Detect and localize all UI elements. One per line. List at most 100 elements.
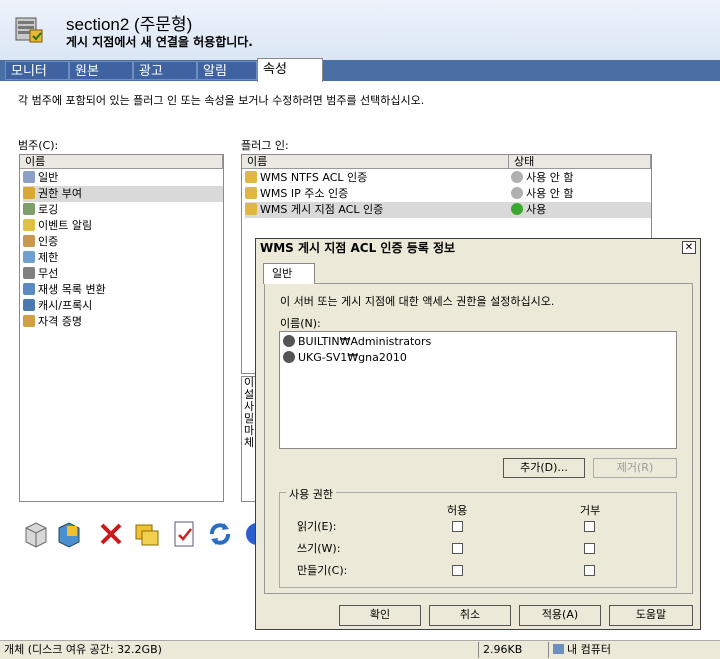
ok-button[interactable]: 확인	[339, 605, 421, 626]
plugins-column-name[interactable]: 이름	[242, 155, 509, 169]
category-item[interactable]: 이벤트 알림	[23, 218, 92, 234]
category-label: 자격 증명	[38, 315, 82, 328]
tab-advertising[interactable]: 광고	[133, 61, 197, 80]
cube-icon[interactable]	[22, 520, 50, 548]
name-label: BUILTIN₩Administrators	[298, 335, 432, 348]
plugin-status: 사용 안 함	[511, 186, 573, 202]
categories-column-name[interactable]: 이름	[20, 155, 223, 169]
tab-announce[interactable]: 알림	[197, 61, 257, 80]
plugin-lock-icon	[245, 203, 257, 215]
write-deny-checkbox[interactable]	[584, 543, 595, 554]
page-subtitle: 게시 지점에서 새 연결을 허용합니다.	[66, 35, 253, 49]
dialog-title: WMS 게시 지점 ACL 인증 등록 정보	[256, 239, 700, 258]
tab-monitor[interactable]: 모니터	[5, 61, 69, 80]
status-location-text: 내 컴퓨터	[567, 643, 611, 656]
plugin-row[interactable]: WMS NTFS ACL 인증 사용 안 함	[245, 170, 645, 186]
plugin-name: WMS 게시 지점 ACL 인증	[260, 203, 384, 216]
enabled-check-icon	[511, 203, 523, 215]
plugin-status: 사용	[511, 202, 546, 218]
properties-icon[interactable]	[170, 520, 198, 548]
category-label: 일반	[38, 171, 59, 184]
category-label: 무선	[38, 267, 59, 280]
cache-icon	[23, 299, 35, 311]
category-item[interactable]: 인증	[23, 234, 58, 250]
name-item[interactable]: BUILTIN₩Administrators	[283, 334, 431, 350]
category-item[interactable]: 캐시/프록시	[23, 298, 92, 314]
help-button[interactable]: 도움말	[609, 605, 693, 626]
category-item[interactable]: 제한	[23, 250, 58, 266]
disabled-status-icon	[511, 187, 523, 199]
write-permission-label: 쓰기(W):	[297, 542, 341, 555]
categories-label: 범주(C):	[18, 139, 59, 152]
page-title: section2 (주문형)	[66, 15, 193, 34]
plugin-lock-icon	[245, 187, 257, 199]
plugins-items: WMS NTFS ACL 인증 사용 안 함 WMS IP 주소 인증 사용 안…	[242, 170, 651, 220]
enable-plugin-icon[interactable]	[55, 520, 83, 548]
plugin-name: WMS IP 주소 인증	[260, 187, 349, 200]
create-allow-checkbox[interactable]	[452, 565, 463, 576]
user-icon	[283, 351, 295, 363]
instruction-text: 각 범주에 포함되어 있는 플러그 인 또는 속성을 보거나 수정하려면 범주를…	[18, 94, 425, 107]
names-label: 이름(N):	[280, 317, 321, 330]
log-icon	[23, 203, 35, 215]
plugins-label: 플러그 인:	[241, 139, 289, 152]
name-label: UKG-SV1₩gna2010	[298, 351, 407, 364]
read-allow-checkbox[interactable]	[452, 521, 463, 532]
category-label: 캐시/프록시	[38, 299, 93, 312]
write-allow-checkbox[interactable]	[452, 543, 463, 554]
add-button[interactable]: 추가(D)...	[503, 458, 585, 478]
wireless-icon	[23, 267, 35, 279]
publishing-point-icon	[12, 12, 46, 46]
refresh-icon[interactable]	[206, 520, 234, 548]
plugins-column-status[interactable]: 상태	[509, 155, 651, 169]
lock-icon	[23, 187, 35, 199]
tab-source[interactable]: 원본	[69, 61, 133, 80]
category-item[interactable]: 자격 증명	[23, 314, 82, 330]
category-label: 이벤트 알림	[38, 219, 93, 232]
status-size: 2.96KB	[478, 642, 547, 658]
limit-icon	[23, 251, 35, 263]
status-disk: 개체 (디스크 여유 공간: 32.2GB)	[4, 643, 162, 656]
plugin-status-text: 사용 안 함	[526, 187, 574, 200]
permissions-group-label: 사용 권한	[286, 486, 336, 502]
event-icon	[23, 219, 35, 231]
category-item-selected[interactable]: 권한 부여	[23, 186, 223, 202]
copy-plugin-icon[interactable]	[133, 520, 161, 548]
plugin-name: WMS NTFS ACL 인증	[260, 171, 368, 184]
allow-header: 허용	[447, 504, 468, 517]
names-list[interactable]: BUILTIN₩Administrators UKG-SV1₩gna2010	[279, 331, 677, 449]
delete-icon[interactable]	[97, 520, 125, 548]
tab-general[interactable]: 일반	[263, 263, 315, 284]
read-permission-label: 읽기(E):	[297, 520, 337, 533]
help-icon[interactable]	[243, 520, 255, 548]
remove-button[interactable]: 제거(R)	[593, 458, 677, 478]
category-item[interactable]: 로깅	[23, 202, 58, 218]
create-permission-label: 만들기(C):	[297, 564, 348, 577]
deny-header: 거부	[580, 504, 601, 517]
playlist-icon	[23, 283, 35, 295]
category-label: 로깅	[38, 203, 59, 216]
plugin-row-selected[interactable]: WMS 게시 지점 ACL 인증 사용	[245, 202, 651, 218]
create-deny-checkbox[interactable]	[584, 565, 595, 576]
tab-properties[interactable]: 속성	[257, 58, 323, 82]
plugin-lock-icon	[245, 171, 257, 183]
category-item[interactable]: 일반	[23, 170, 58, 186]
plugin-status: 사용 안 함	[511, 170, 573, 186]
category-label: 인증	[38, 235, 59, 248]
apply-button[interactable]: 적용(A)	[519, 605, 601, 626]
category-item[interactable]: 재생 목록 변환	[23, 282, 106, 298]
plugin-status-text: 사용 안 함	[526, 171, 574, 184]
close-icon[interactable]: ✕	[682, 241, 696, 254]
disabled-status-icon	[511, 171, 523, 183]
plugin-row[interactable]: WMS IP 주소 인증 사용 안 함	[245, 186, 645, 202]
cancel-button[interactable]: 취소	[429, 605, 511, 626]
read-deny-checkbox[interactable]	[584, 521, 595, 532]
category-label: 재생 목록 변환	[38, 283, 106, 296]
category-item[interactable]: 무선	[23, 266, 58, 282]
credential-icon	[23, 315, 35, 327]
gear-icon	[23, 171, 35, 183]
auth-icon	[23, 235, 35, 247]
plugin-status-text: 사용	[526, 203, 547, 216]
name-item[interactable]: UKG-SV1₩gna2010	[283, 350, 407, 366]
category-label: 권한 부여	[38, 187, 82, 200]
